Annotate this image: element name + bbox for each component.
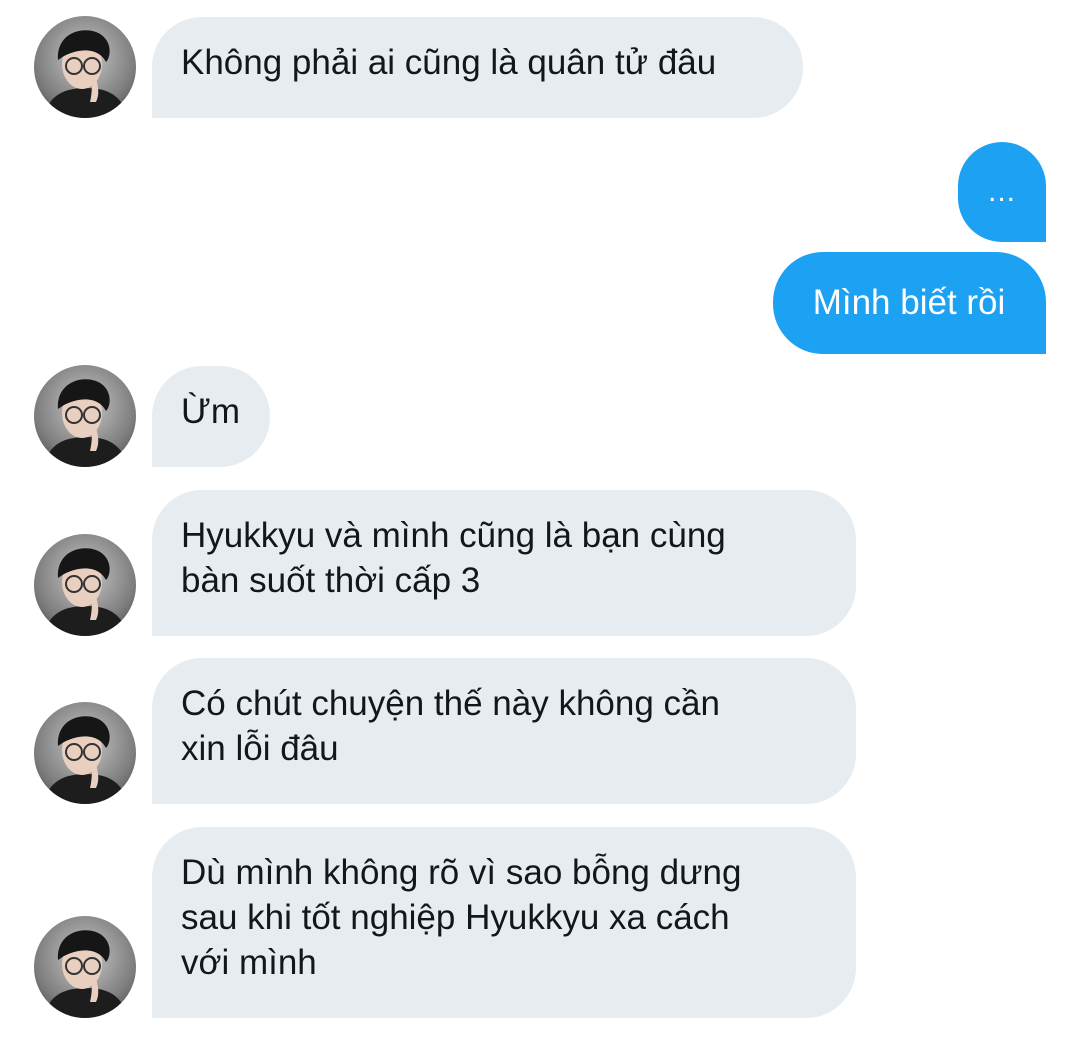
contact-avatar[interactable] [34, 534, 136, 636]
incoming-message[interactable]: Không phải ai cũng là quân tử đâu [152, 17, 803, 118]
incoming-message[interactable]: Dù mình không rõ vì sao bỗng dưng sau kh… [152, 827, 856, 1018]
conversation-thread: Không phải ai cũng là quân tử đâu ... Mì… [0, 0, 1080, 1037]
avatar-photo-icon [34, 534, 136, 636]
contact-avatar[interactable] [34, 702, 136, 804]
outgoing-message[interactable]: ... [958, 142, 1046, 242]
contact-avatar[interactable] [34, 916, 136, 1018]
contact-avatar[interactable] [34, 16, 136, 118]
incoming-message[interactable]: Hyukkyu và mình cũng là bạn cùng bàn suố… [152, 490, 856, 636]
avatar-photo-icon [34, 916, 136, 1018]
avatar-photo-icon [34, 702, 136, 804]
avatar-photo-icon [34, 365, 136, 467]
incoming-message[interactable]: Có chút chuyện thế này không cần xin lỗi… [152, 658, 856, 804]
incoming-message[interactable]: Ừm [152, 366, 270, 467]
contact-avatar[interactable] [34, 365, 136, 467]
avatar-photo-icon [34, 16, 136, 118]
outgoing-message[interactable]: Mình biết rồi [773, 252, 1046, 354]
